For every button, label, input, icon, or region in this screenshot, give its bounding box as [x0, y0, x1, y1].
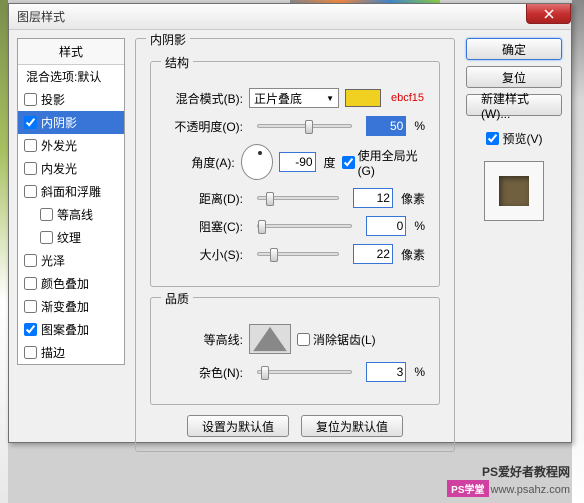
style-inner-glow[interactable]: 内发光 [18, 157, 124, 180]
noise-input[interactable]: 3 [366, 362, 406, 382]
choke-unit: % [414, 219, 425, 233]
styles-panel: 样式 混合选项:默认 投影 内阴影 外发光 内发光 斜面和浮雕 等高线 纹理 光… [17, 38, 125, 462]
distance-slider[interactable] [257, 196, 339, 200]
preview-label: 预览(V) [503, 130, 543, 147]
preview-box [484, 161, 544, 221]
blend-options-item[interactable]: 混合选项:默认 [18, 65, 124, 88]
checkbox[interactable] [40, 208, 53, 221]
dialog-title: 图层样式 [17, 8, 65, 25]
cancel-button[interactable]: 复位 [466, 66, 562, 88]
checkbox[interactable] [24, 116, 37, 129]
checkbox[interactable] [24, 254, 37, 267]
opacity-input[interactable]: 50 [366, 116, 406, 136]
styles-header: 样式 [18, 39, 124, 65]
slider-thumb[interactable] [261, 366, 269, 380]
angle-label: 角度(A): [165, 154, 235, 171]
close-icon [544, 9, 554, 19]
distance-label: 距离(D): [165, 190, 243, 207]
structure-title: 结构 [161, 54, 193, 71]
watermark: PS爱好者教程网 PS学堂www.psahz.com [447, 463, 570, 497]
quality-title: 品质 [161, 290, 193, 307]
checkbox[interactable] [24, 346, 37, 359]
noise-unit: % [414, 365, 425, 379]
right-panel: 确定 复位 新建样式(W)... 预览(V) [465, 38, 563, 462]
set-default-button[interactable]: 设置为默认值 [187, 415, 289, 437]
angle-input[interactable]: -90 [279, 152, 315, 172]
blend-mode-label: 混合模式(B): [165, 90, 243, 107]
checkbox[interactable] [24, 277, 37, 290]
style-stroke[interactable]: 描边 [18, 341, 124, 364]
choke-slider[interactable] [257, 224, 352, 228]
checkbox[interactable] [24, 323, 37, 336]
style-contour[interactable]: 等高线 [18, 203, 124, 226]
angle-dial[interactable] [241, 144, 273, 180]
contour-icon [250, 325, 290, 353]
section-title: 内阴影 [146, 31, 190, 48]
checkbox[interactable] [24, 162, 37, 175]
watermark-badge: PS学堂 [447, 480, 488, 497]
checkbox[interactable] [24, 185, 37, 198]
close-button[interactable] [526, 4, 571, 24]
structure-fieldset: 结构 混合模式(B): 正片叠底 ebcf15 不透明度(O): 50 % [150, 61, 440, 287]
color-hex-label: ebcf15 [391, 92, 424, 104]
inner-shadow-fieldset: 内阴影 结构 混合模式(B): 正片叠底 ebcf15 不透明度(O): 50 … [135, 38, 455, 452]
antialias-checkbox[interactable] [297, 333, 310, 346]
contour-label: 等高线: [165, 331, 243, 348]
color-swatch[interactable] [345, 89, 381, 107]
style-bevel[interactable]: 斜面和浮雕 [18, 180, 124, 203]
choke-label: 阻塞(C): [165, 218, 243, 235]
style-satin[interactable]: 光泽 [18, 249, 124, 272]
checkbox[interactable] [24, 139, 37, 152]
style-color-overlay[interactable]: 颜色叠加 [18, 272, 124, 295]
slider-thumb[interactable] [266, 192, 274, 206]
size-slider[interactable] [257, 252, 339, 256]
global-light-checkbox[interactable] [342, 156, 355, 169]
opacity-unit: % [414, 119, 425, 133]
contour-picker[interactable] [249, 324, 291, 354]
opacity-slider[interactable] [257, 124, 352, 128]
opacity-label: 不透明度(O): [165, 118, 243, 135]
preview-swatch [499, 176, 529, 206]
slider-thumb[interactable] [258, 220, 266, 234]
angle-unit: 度 [324, 154, 336, 171]
size-input[interactable]: 22 [353, 244, 393, 264]
size-label: 大小(S): [165, 246, 243, 263]
size-unit: 像素 [401, 246, 425, 263]
checkbox[interactable] [40, 231, 53, 244]
noise-slider[interactable] [257, 370, 352, 374]
checkbox[interactable] [24, 300, 37, 313]
quality-fieldset: 品质 等高线: 消除锯齿(L) 杂色(N): [150, 297, 440, 405]
watermark-url: www.psahz.com [491, 484, 570, 496]
reset-default-button[interactable]: 复位为默认值 [301, 415, 403, 437]
ok-button[interactable]: 确定 [466, 38, 562, 60]
choke-input[interactable]: 0 [366, 216, 406, 236]
distance-unit: 像素 [401, 190, 425, 207]
blend-mode-dropdown[interactable]: 正片叠底 [249, 88, 339, 108]
new-style-button[interactable]: 新建样式(W)... [466, 94, 562, 116]
style-gradient-overlay[interactable]: 渐变叠加 [18, 295, 124, 318]
titlebar: 图层样式 [9, 4, 571, 30]
distance-input[interactable]: 12 [353, 188, 393, 208]
style-drop-shadow[interactable]: 投影 [18, 88, 124, 111]
preview-checkbox[interactable] [486, 132, 499, 145]
watermark-text: PS爱好者教程网 [447, 463, 570, 480]
antialias-label: 消除锯齿(L) [313, 331, 376, 348]
settings-panel: 内阴影 结构 混合模式(B): 正片叠底 ebcf15 不透明度(O): 50 … [135, 38, 455, 462]
style-texture[interactable]: 纹理 [18, 226, 124, 249]
layer-style-dialog: 图层样式 样式 混合选项:默认 投影 内阴影 外发光 内发光 斜面和浮雕 等高线… [8, 3, 572, 443]
global-light-label: 使用全局光(G) [358, 147, 425, 178]
noise-label: 杂色(N): [165, 364, 243, 381]
style-pattern-overlay[interactable]: 图案叠加 [18, 318, 124, 341]
slider-thumb[interactable] [305, 120, 313, 134]
style-inner-shadow[interactable]: 内阴影 [18, 111, 124, 134]
slider-thumb[interactable] [270, 248, 278, 262]
style-outer-glow[interactable]: 外发光 [18, 134, 124, 157]
checkbox[interactable] [24, 93, 37, 106]
